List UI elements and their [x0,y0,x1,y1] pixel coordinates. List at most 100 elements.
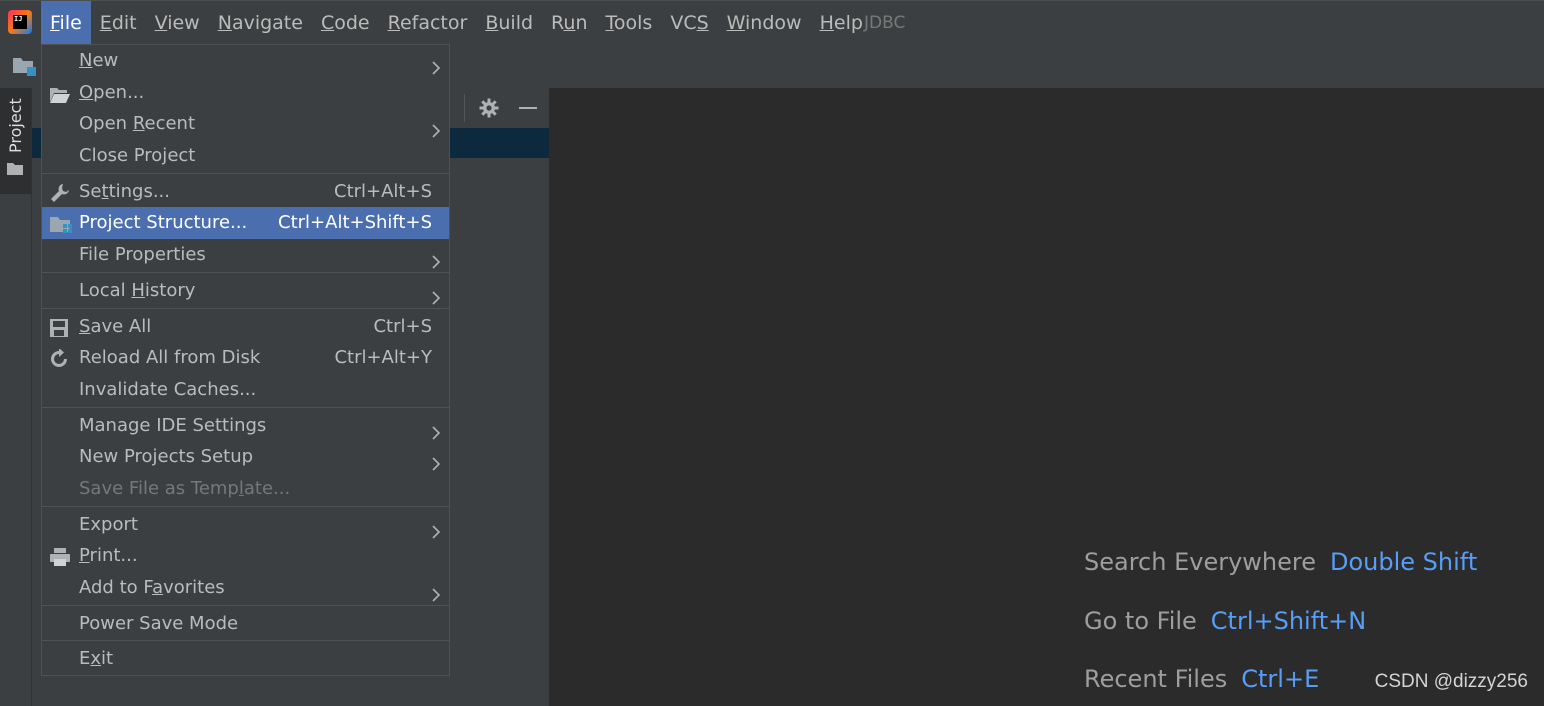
menu-item-close-project[interactable]: Close Project [42,140,449,172]
editor-hint-go-to-file: Go to File Ctrl+Shift+N [1084,607,1366,635]
mnemonic-letter: a [152,577,164,598]
menu-window[interactable]: Window [718,1,811,45]
menu-item-invalidate-caches[interactable]: Invalidate Caches... [42,374,449,406]
menu-item-print[interactable]: Print... [42,540,449,572]
menu-item-label: Close Project [79,140,195,172]
label-text: Add to F [79,577,153,598]
menu-item-shortcut: Ctrl+Alt+Shift+S [278,212,432,234]
mnemonic-letter: H [819,12,834,34]
project-folder-icon[interactable] [12,55,38,77]
label-text: Save File as Temp [79,477,239,499]
label-text: it [101,648,114,670]
menu-item-new[interactable]: New [42,45,449,77]
mnemonic-letter: t [101,180,109,202]
mnemonic-letter: B [485,12,499,34]
menu-item-save-all[interactable]: Save All Ctrl+S [42,311,449,343]
label-text: ode [334,12,370,34]
menu-item-shortcut: Ctrl+S [373,315,432,337]
menu-item-label: Manage IDE Settings [79,410,266,442]
file-menu-dropdown: New Open... Open Recent Close Project Settin… [41,44,450,676]
label-text: VC [670,12,697,34]
intellij-logo-icon[interactable]: IJ [8,10,32,34]
hint-shortcut[interactable]: Ctrl+E [1241,665,1319,693]
label-text: Invalidate Caches... [79,378,257,400]
label-text: Se [79,180,102,202]
menu-item-label: Invalidate Caches... [79,374,256,406]
mnemonic-letter: C [320,12,335,34]
label-text: File Properties [79,244,206,266]
mnemonic-letter: E [99,12,112,34]
gear-icon[interactable] [479,98,499,118]
menu-file[interactable]: File [41,1,91,45]
menu-item-shortcut: Ctrl+Alt+S [334,180,432,202]
menu-item-export[interactable]: Export [42,509,449,541]
menu-edit[interactable]: Edit [91,1,146,45]
menu-item-label: Print... [79,540,138,572]
label-text: efactor [399,12,468,34]
menu-view[interactable]: View [146,1,209,45]
label-text: ecent [144,113,196,135]
watermark: CSDN @dizzy256 [1374,671,1528,692]
hint-shortcut[interactable]: Ctrl+Shift+N [1211,607,1366,635]
editor-hint-search-everywhere: Search Everywhere Double Shift [1084,548,1477,576]
mnemonic-letter: x [90,648,102,670]
mnemonic-letter: F [50,12,60,34]
menu-tools[interactable]: Tools [597,1,662,45]
label-text: rint... [89,545,138,567]
logo-text: IJ [13,15,27,29]
menu-item-label: Local History [79,275,195,307]
menu-item-manage-ide-settings[interactable]: Manage IDE Settings [42,410,449,442]
label-text: n [575,12,588,34]
mnemonic-letter: T [605,12,614,34]
label-text: indow [745,12,802,34]
menu-item-settings[interactable]: Settings... Ctrl+Alt+S [42,176,449,208]
menu-items: File Edit View Navigate Code Refactor Build Run… [41,1,872,45]
menu-item-exit[interactable]: Exit [42,643,449,675]
label-text: istory [144,279,196,301]
mnemonic-letter: W [726,12,746,34]
menu-code[interactable]: Code [312,1,379,45]
menu-item-reload-all-from-disk[interactable]: Reload All from Disk Ctrl+Alt+Y [42,342,449,374]
menu-item-label: New Projects Setup [79,441,253,473]
label-text: E [79,648,91,670]
main-menubar: IJ File Edit View Navigate Code Refactor Build… [0,0,1544,45]
label-text: iew [167,12,200,34]
menu-item-label: Project Structure... [79,207,247,239]
menu-item-label: Exit [79,643,113,675]
label-text: pen... [93,81,145,103]
label-text: tings... [108,180,170,202]
menu-run[interactable]: Run [542,1,596,45]
label-text: New Projects Setup [79,446,254,468]
label-text: ew [92,50,119,71]
label-text: ave All [90,315,152,337]
menu-item-add-to-favorites[interactable]: Add to Favorites [42,572,449,604]
label-text: Close Project [79,145,196,167]
panel-header-divider [464,94,465,122]
project-name: JDBC [864,13,906,33]
menu-item-power-save-mode[interactable]: Power Save Mode [42,608,449,640]
minimize-icon[interactable] [519,107,537,109]
menu-item-open[interactable]: Open... [42,77,449,109]
mnemonic-letter: S [79,315,91,337]
menu-help[interactable]: Help [811,1,872,45]
menu-item-project-structure[interactable]: Project Structure... Ctrl+Alt+Shift+S [42,207,449,240]
hint-label: Search Everywhere [1084,548,1316,576]
menu-navigate[interactable]: Navigate [209,1,312,45]
menu-item-label: File Properties [79,239,206,271]
menu-item-local-history[interactable]: Local History [42,275,449,307]
menu-item-label: Power Save Mode [79,608,238,640]
menu-vcs[interactable]: VCS [661,1,717,45]
label-text: ate... [243,477,291,499]
menu-build[interactable]: Build [476,1,542,45]
project-tool-tab-label[interactable]: Project [6,98,25,153]
hint-shortcut[interactable]: Double Shift [1330,548,1477,576]
mnemonic-letter: O [79,81,94,103]
label-text: Reload All from Disk [79,347,261,369]
label-text: Local [79,279,132,301]
menu-item-label: Open... [79,77,144,109]
menu-item-open-recent[interactable]: Open Recent [42,108,449,140]
label-text: Export [79,513,138,535]
menu-refactor[interactable]: Refactor [379,1,477,45]
menu-item-new-projects-setup[interactable]: New Projects Setup [42,441,449,473]
menu-item-file-properties[interactable]: File Properties [42,239,449,271]
